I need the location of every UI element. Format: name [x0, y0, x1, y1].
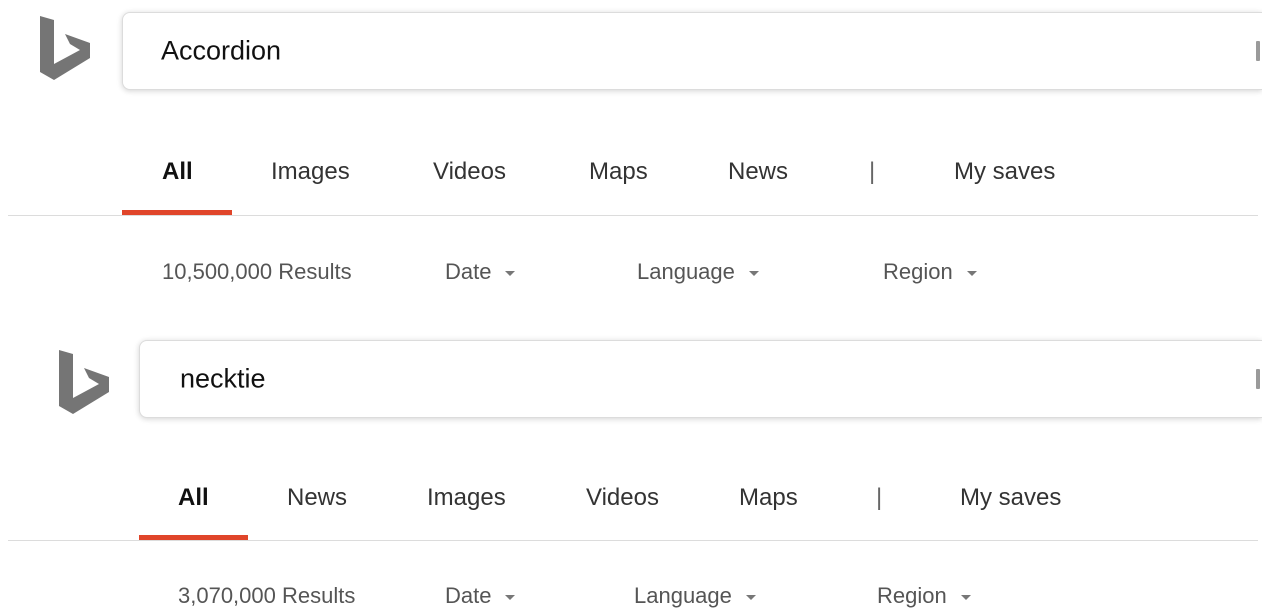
- tab-maps[interactable]: Maps: [739, 484, 798, 512]
- search-result-panel-1: Accordion All Images Videos Maps News | …: [0, 0, 1262, 300]
- chevron-down-icon: [505, 594, 516, 600]
- search-box[interactable]: Accordion: [122, 12, 1262, 90]
- language-filter-label: Language: [637, 259, 735, 284]
- chevron-down-icon: [745, 594, 756, 600]
- language-filter-label: Language: [634, 583, 732, 608]
- date-filter-label: Date: [445, 259, 492, 284]
- chevron-down-icon: [505, 270, 516, 276]
- tab-videos[interactable]: Videos: [433, 158, 506, 186]
- tab-all[interactable]: All: [178, 484, 209, 512]
- tab-images[interactable]: Images: [271, 158, 350, 186]
- region-filter-label: Region: [877, 583, 947, 608]
- search-box[interactable]: necktie: [139, 340, 1262, 418]
- region-filter[interactable]: Region: [883, 259, 977, 285]
- region-filter-label: Region: [883, 259, 953, 284]
- chevron-down-icon: [966, 270, 977, 276]
- date-filter[interactable]: Date: [445, 583, 516, 609]
- results-toolbar: 10,500,000 Results Date Language Region: [0, 259, 1262, 289]
- tabs-divider: [8, 540, 1258, 541]
- date-filter-label: Date: [445, 583, 492, 608]
- tab-videos[interactable]: Videos: [586, 484, 659, 512]
- search-box-edge: [1256, 369, 1260, 389]
- bing-logo-icon[interactable]: [55, 340, 115, 420]
- search-box-edge: [1256, 41, 1260, 61]
- chevron-down-icon: [960, 594, 971, 600]
- search-input[interactable]: Accordion: [161, 36, 281, 67]
- search-input[interactable]: necktie: [180, 364, 266, 395]
- region-filter[interactable]: Region: [877, 583, 971, 609]
- tab-separator: |: [876, 484, 883, 511]
- results-count: 3,070,000 Results: [178, 583, 356, 608]
- date-filter[interactable]: Date: [445, 259, 516, 285]
- tab-my-saves[interactable]: My saves: [960, 484, 1061, 512]
- tab-my-saves[interactable]: My saves: [954, 158, 1055, 186]
- tab-news[interactable]: News: [287, 484, 347, 512]
- scope-tabs: All Images Videos Maps News | My saves: [0, 158, 1262, 198]
- results-count: 10,500,000 Results: [162, 259, 352, 284]
- scope-tabs: All News Images Videos Maps | My saves: [0, 484, 1262, 524]
- language-filter[interactable]: Language: [634, 583, 756, 609]
- chevron-down-icon: [748, 270, 759, 276]
- tab-images[interactable]: Images: [427, 484, 506, 512]
- tab-separator: |: [869, 158, 876, 185]
- tab-all[interactable]: All: [162, 158, 193, 186]
- language-filter[interactable]: Language: [637, 259, 759, 285]
- tab-news[interactable]: News: [728, 158, 788, 186]
- tab-maps[interactable]: Maps: [589, 158, 648, 186]
- search-result-panel-2: necktie All News Images Videos Maps | My…: [0, 300, 1262, 609]
- tabs-divider: [8, 215, 1258, 216]
- bing-logo-icon[interactable]: [36, 6, 96, 86]
